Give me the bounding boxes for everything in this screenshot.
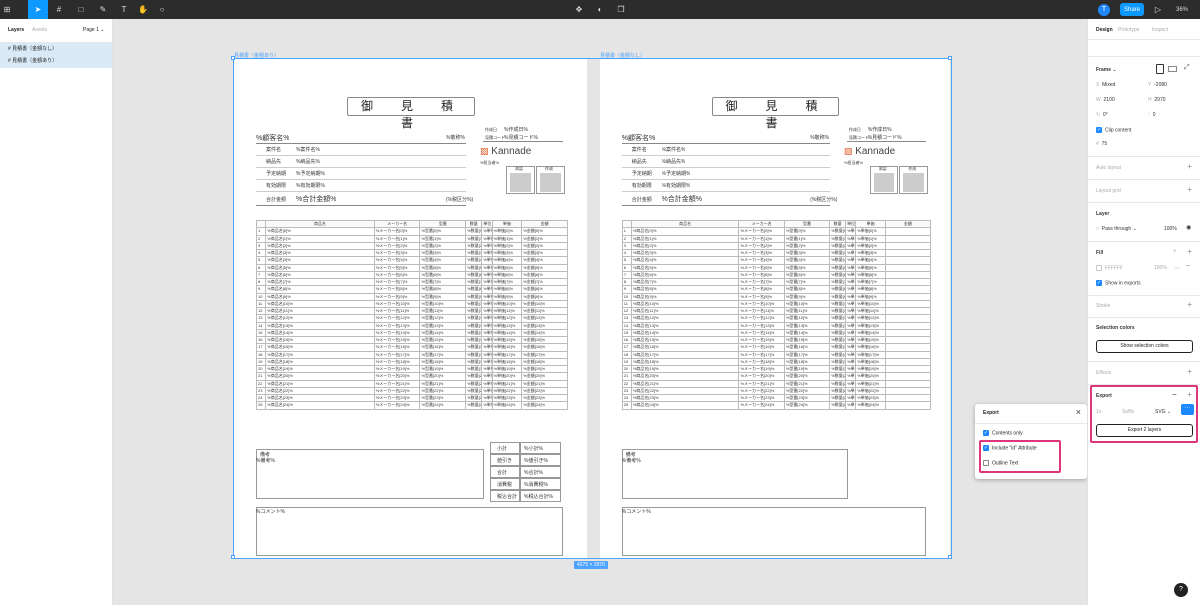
height-field[interactable]: H 2970 — [1148, 97, 1166, 103]
auto-layout-section: Auto layout — [1096, 165, 1122, 171]
page-selector[interactable]: Page 1 ⌄ — [83, 27, 104, 33]
highlight-box — [979, 440, 1061, 473]
tab-design[interactable]: Design — [1096, 27, 1113, 33]
stroke-section: Stroke — [1096, 303, 1111, 309]
close-icon[interactable]: × — [1076, 407, 1081, 417]
add-effect-icon[interactable]: + — [1187, 367, 1192, 376]
popup-title: Export — [983, 410, 999, 416]
layout-grid-section: Layout grid — [1096, 188, 1121, 194]
selection-box — [233, 58, 952, 559]
opacity-field[interactable]: # 75 — [1096, 141, 1107, 147]
contrast-icon[interactable]: ◐ — [594, 0, 606, 19]
share-button[interactable]: Share — [1120, 3, 1144, 16]
present-icon[interactable]: ▷ — [1152, 0, 1164, 19]
add-layout-grid-icon[interactable]: + — [1187, 185, 1192, 194]
component-icon[interactable]: ✥ — [572, 0, 586, 19]
portrait-icon[interactable] — [1156, 64, 1164, 74]
eye-icon[interactable]: ◡ — [1174, 263, 1179, 270]
resize-handle[interactable] — [948, 555, 952, 559]
tab-assets[interactable]: Assets — [32, 27, 47, 33]
landscape-icon[interactable] — [1168, 66, 1177, 72]
design-panel: Design Prototype Inspect Frame ⌄ ⤢ X Mix… — [1087, 19, 1200, 605]
show-selection-colors-button[interactable]: Show selection colors — [1096, 340, 1193, 353]
frame-dropdown[interactable]: Frame ⌄ — [1096, 67, 1117, 73]
fill-section: Fill — [1096, 250, 1104, 256]
layer-item[interactable]: # 見積書（金額なし） — [0, 42, 112, 55]
add-stroke-icon[interactable]: + — [1187, 300, 1192, 309]
pen-tool-icon[interactable]: ✎ — [96, 0, 110, 19]
add-fill-icon[interactable]: + — [1187, 247, 1192, 256]
highlight-box — [1090, 385, 1198, 443]
blend-mode-select[interactable]: ◌ Pass through ⌄ — [1096, 226, 1137, 232]
add-auto-layout-icon[interactable]: + — [1187, 162, 1192, 171]
resize-handle[interactable] — [231, 56, 235, 60]
y-field[interactable]: Y -2080 — [1148, 82, 1167, 88]
style-icon[interactable]: ⁘ — [1172, 248, 1177, 255]
canvas[interactable]: 見積書（金額あり） 見積書（金額なし） 御 見 積 書 %顧客名% %敬称% 作成日%… — [113, 19, 1087, 605]
layer-opacity[interactable]: 100% — [1164, 226, 1177, 232]
resize-to-fit-icon[interactable]: ⤢ — [1184, 64, 1190, 72]
fill-row[interactable]: FFFFFF — [1096, 265, 1123, 271]
avatar[interactable]: T — [1097, 0, 1111, 19]
layers-panel: Layers Assets Page 1 ⌄ # 見積書（金額なし） # 見積書… — [0, 19, 113, 605]
check-icon: ✓ — [1096, 127, 1102, 133]
top-toolbar: ⊞ ➤ # □ ✎ T ✋ ○ ✥ ◐ ❐ T Share ▷ 36% — [0, 0, 1200, 19]
main-menu-icon[interactable]: ⊞ — [0, 0, 14, 19]
radius-field[interactable]: ◜ 0 — [1148, 112, 1156, 118]
shape-tool-icon[interactable]: □ — [74, 0, 88, 19]
fill-opacity[interactable]: 100% — [1154, 265, 1167, 271]
export-popup: Export × ✓ Contents only ✓ Include "id" At… — [975, 404, 1087, 479]
x-field[interactable]: X Mixed — [1096, 82, 1115, 88]
comment-tool-icon[interactable]: ○ — [156, 0, 168, 19]
move-tool-icon[interactable]: ➤ — [28, 0, 48, 19]
hand-tool-icon[interactable]: ✋ — [137, 0, 149, 19]
eye-icon[interactable]: ◉ — [1186, 224, 1191, 231]
layer-section: Layer — [1096, 211, 1110, 217]
help-icon[interactable]: ? — [1174, 583, 1188, 597]
resize-handle[interactable] — [231, 555, 235, 559]
contents-only-checkbox[interactable]: ✓ Contents only — [983, 430, 1023, 436]
tab-prototype[interactable]: Prototype — [1118, 27, 1139, 33]
rotation-field[interactable]: ↻ 0° — [1096, 112, 1108, 118]
tab-inspect[interactable]: Inspect — [1152, 27, 1168, 33]
selection-colors-section: Selection colors — [1096, 325, 1135, 331]
text-tool-icon[interactable]: T — [118, 0, 130, 19]
zoom-level[interactable]: 36% — [1172, 0, 1192, 19]
clip-content-checkbox[interactable]: ✓ Clip content — [1096, 127, 1131, 133]
show-in-exports-checkbox[interactable]: ✓ Show in exports — [1096, 280, 1141, 286]
check-icon: ✓ — [1096, 280, 1102, 286]
size-badge: 4275 × 2970 — [574, 561, 608, 569]
boolean-icon[interactable]: ❐ — [614, 0, 628, 19]
width-field[interactable]: W 2100 — [1096, 97, 1115, 103]
tab-layers[interactable]: Layers — [8, 27, 24, 33]
layer-item[interactable]: # 見積書（金額あり） — [0, 55, 112, 68]
remove-fill-icon[interactable]: − — [1186, 263, 1190, 270]
check-icon: ✓ — [983, 430, 989, 436]
frame-tool-icon[interactable]: # — [52, 0, 66, 19]
resize-handle[interactable] — [948, 56, 952, 60]
effects-section: Effects — [1096, 370, 1112, 376]
